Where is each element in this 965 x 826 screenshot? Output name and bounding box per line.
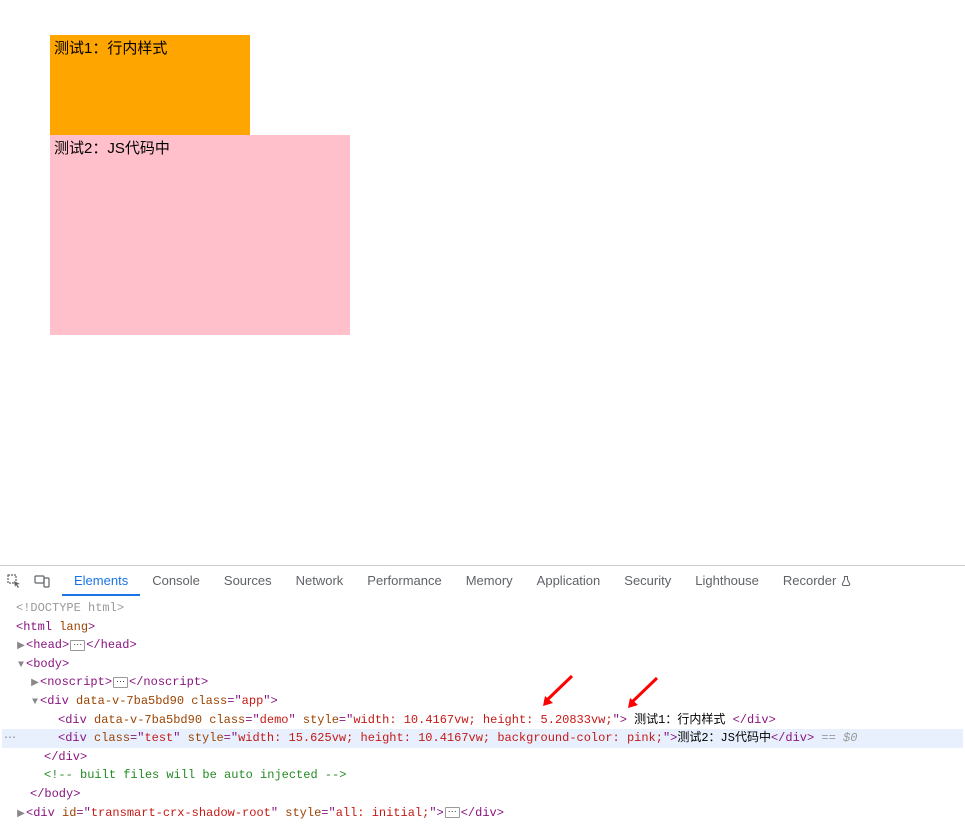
tab-application[interactable]: Application [525,567,613,594]
devtools-tabs: Elements Console Sources Network Perform… [62,567,864,595]
tab-performance[interactable]: Performance [355,567,453,594]
tab-memory[interactable]: Memory [454,567,525,594]
shadow-root-node[interactable]: ▶<div id="transmart-crx-shadow-root" sty… [2,804,963,823]
doctype-node[interactable]: <!DOCTYPE html> [2,599,963,618]
demo-box: 测试1：行内样式 [50,35,250,135]
tab-elements[interactable]: Elements [62,567,140,596]
tab-recorder[interactable]: Recorder [771,567,864,594]
noscript-node[interactable]: ▶<noscript>⋯</noscript> [2,673,963,692]
tab-network[interactable]: Network [284,567,356,594]
head-node[interactable]: ▶<head>⋯</head> [2,636,963,655]
app-div-node[interactable]: ▼<div data-v-7ba5bd90 class="app"> [2,692,963,711]
demo-div-node[interactable]: <div data-v-7ba5bd90 class="demo" style=… [2,711,963,730]
tab-lighthouse[interactable]: Lighthouse [683,567,771,594]
body-open-node[interactable]: ▼<body> [2,655,963,674]
test-div-node[interactable]: ⋯<div class="test" style="width: 15.625v… [2,729,963,748]
elements-panel[interactable]: <!DOCTYPE html> <html lang> ▶<head>⋯</he… [0,595,965,826]
tab-security[interactable]: Security [612,567,683,594]
test-box: 测试2：JS代码中 [50,135,350,335]
close-app-div-node[interactable]: </div> [2,748,963,767]
devtools-toolbar: Elements Console Sources Network Perform… [0,565,965,595]
comment-node[interactable]: <!-- built files will be auto injected -… [2,766,963,785]
close-body-node[interactable]: </body> [2,785,963,804]
device-toggle-icon[interactable] [28,567,56,595]
html-open-node[interactable]: <html lang> [2,618,963,637]
tab-console[interactable]: Console [140,567,212,594]
flask-icon [840,575,852,587]
page-preview: 测试1：行内样式 测试2：JS代码中 [0,0,965,565]
tab-recorder-label: Recorder [783,573,836,588]
inspect-element-icon[interactable] [0,567,28,595]
tab-sources[interactable]: Sources [212,567,284,594]
